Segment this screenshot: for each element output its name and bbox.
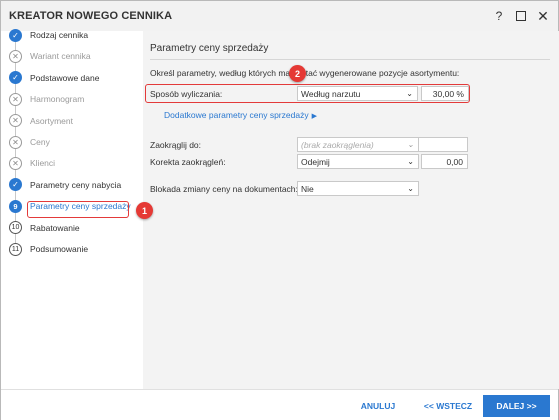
step-number-icon: 11: [9, 242, 22, 256]
maximize-icon[interactable]: [512, 7, 530, 25]
chevron-down-icon: ⌄: [407, 184, 414, 193]
zaokraglij-spacer: [419, 137, 468, 152]
korekta-label: Korekta zaokrągleń:: [150, 157, 226, 167]
step-item[interactable]: ✕ Harmonogram: [1, 89, 143, 109]
step-number-icon: 10: [9, 221, 22, 235]
check-circle-icon: ✓: [9, 28, 22, 42]
step-label: Ceny: [30, 137, 50, 147]
korekta-amount-input[interactable]: 0,00: [421, 154, 468, 169]
step-label: Rabatowanie: [30, 222, 80, 233]
step-item[interactable]: 11 Podsumowanie: [1, 239, 143, 259]
blokada-value: Nie: [301, 183, 314, 194]
step-label: Asortyment: [30, 115, 73, 126]
step-label: Podsumowanie: [30, 244, 89, 254]
korekta-select[interactable]: Odejmij ⌄: [297, 154, 419, 169]
chevron-down-icon: ⌄: [407, 157, 414, 166]
check-circle-icon: ✓: [9, 71, 22, 85]
step-label: Podstawowe dane: [30, 72, 100, 83]
x-circle-icon: ✕: [9, 135, 22, 149]
zaokraglij-value: (brak zaokrąglenia): [301, 139, 374, 150]
step-label: Rodzaj cennika: [30, 30, 89, 40]
step-item[interactable]: ✕ Asortyment: [1, 111, 143, 131]
blokada-label: Blokada zmiany ceny na dokumentach:: [150, 184, 298, 194]
zaokraglij-label: Zaokrąglij do:: [150, 140, 202, 150]
section-title: Parametry ceny sprzedaży: [150, 43, 269, 54]
step-number-icon: 9: [9, 199, 22, 213]
advanced-params-label: Dodatkowe parametry ceny sprzedaży: [164, 110, 309, 120]
x-circle-icon: ✕: [9, 114, 22, 128]
x-circle-icon: ✕: [9, 156, 22, 170]
step-label: Parametry ceny nabycia: [30, 179, 122, 190]
blokada-select[interactable]: Nie ⌄: [297, 181, 419, 196]
step-label: Wariant cennika: [30, 51, 91, 62]
sposob-highlight: [145, 84, 470, 103]
step-item[interactable]: 10 Rabatowanie: [1, 218, 143, 238]
check-circle-icon: ✓: [9, 178, 22, 192]
step-item[interactable]: ✓ Rodzaj cennika: [1, 25, 143, 45]
callout-badge-1: 1: [136, 202, 153, 219]
korekta-value: Odejmij: [301, 156, 330, 167]
zaokraglij-select: (brak zaokrąglenia) ⌄: [297, 137, 419, 152]
next-button[interactable]: DALEJ >>: [483, 395, 550, 417]
step-item[interactable]: ✓ Podstawowe dane: [1, 68, 143, 88]
wizard-window: KREATOR NOWEGO CENNIKA ? ✕ ✓ Rodzaj cenni…: [0, 0, 559, 420]
window-title: KREATOR NOWEGO CENNIKA: [9, 10, 173, 22]
x-circle-icon: ✕: [9, 92, 22, 106]
step-item[interactable]: ✕ Wariant cennika: [1, 46, 143, 66]
step-label: Klienci: [30, 158, 56, 169]
step-item[interactable]: ✕ Ceny: [1, 132, 143, 152]
triangle-right-icon: ▶: [311, 113, 317, 120]
cancel-button[interactable]: ANULUJ: [353, 398, 403, 414]
advanced-params-link[interactable]: Dodatkowe parametry ceny sprzedaży ▶: [164, 110, 317, 120]
step-item[interactable]: ✓ Parametry ceny nabycia: [1, 175, 143, 195]
footer-bar: ANULUJ << WSTECZ DALEJ >>: [1, 389, 558, 420]
step-item[interactable]: ✕ Klienci: [1, 153, 143, 173]
callout-badge-2: 2: [289, 65, 306, 82]
close-icon[interactable]: ✕: [534, 7, 552, 25]
back-button[interactable]: << WSTECZ: [419, 398, 477, 414]
current-step-highlight: [27, 201, 129, 218]
section-divider: [150, 59, 550, 60]
x-circle-icon: ✕: [9, 49, 22, 63]
chevron-down-icon: ⌄: [407, 140, 414, 149]
help-icon[interactable]: ?: [490, 7, 508, 25]
step-label: Harmonogram: [30, 94, 85, 105]
